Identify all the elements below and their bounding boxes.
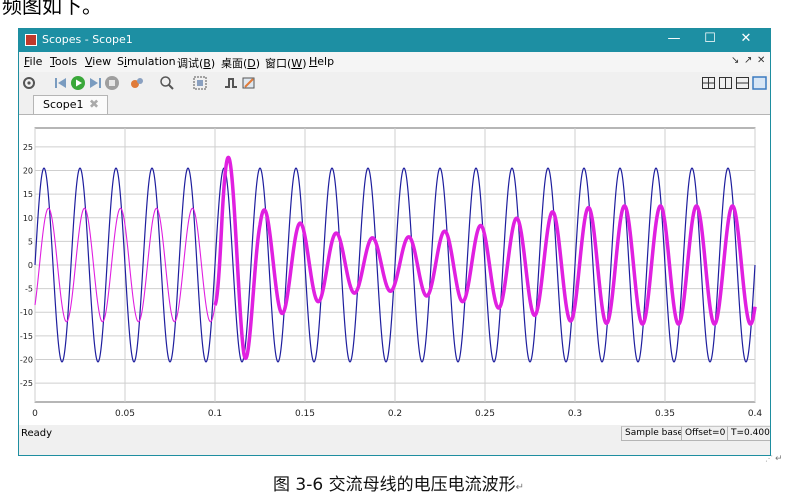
window-title: Scopes - Scope1 xyxy=(42,33,133,46)
x-tick-label: 0.05 xyxy=(115,409,135,419)
y-tick-label: 20 xyxy=(23,167,33,176)
menu-bar: File Tools View Simulation 调试(B) 桌面(D) 窗… xyxy=(19,52,770,72)
status-offset: Offset=0 xyxy=(681,426,730,441)
x-tick-label: 0.15 xyxy=(295,409,315,419)
menu-simulation[interactable]: Simulation xyxy=(117,55,176,68)
x-tick-label: 0.1 xyxy=(208,409,222,419)
y-tick-label: -20 xyxy=(20,355,33,364)
title-bar: Scopes - Scope1 — ☐ ✕ xyxy=(19,29,770,52)
layout-rows-icon[interactable] xyxy=(735,75,751,91)
menu-desktop[interactable]: 桌面(D) xyxy=(221,55,260,71)
x-tick-label: 0.25 xyxy=(475,409,495,419)
triggers-icon[interactable] xyxy=(223,75,239,91)
toolbar xyxy=(19,72,770,94)
resize-grip-icon[interactable]: ⋰ xyxy=(765,454,773,463)
tab-close-icon[interactable]: ✖ xyxy=(89,97,99,111)
minimize-button[interactable]: — xyxy=(659,31,689,46)
undock-icon[interactable]: ↘ xyxy=(731,55,739,66)
menu-file[interactable]: File xyxy=(24,55,42,68)
y-tick-label: 25 xyxy=(23,143,33,152)
close-figure-icon[interactable]: ✕ xyxy=(757,55,765,66)
menu-debug[interactable]: 调试(B) xyxy=(177,55,215,71)
tab-scope1[interactable]: Scope1 ✖ xyxy=(33,95,108,114)
menu-help[interactable]: Help xyxy=(309,55,334,68)
layout-single-icon[interactable] xyxy=(752,75,768,91)
stop-icon[interactable] xyxy=(104,75,120,91)
x-tick-label: 0.35 xyxy=(655,409,675,419)
plot-pane: 0 0.05 0.1 0.15 0.2 0.25 0.3 0.35 0.4 25 20 15 10 5 0 -… xyxy=(19,115,770,425)
x-tick-label: 0.2 xyxy=(388,409,402,419)
y-tick-label: -10 xyxy=(20,308,33,317)
status-bar: Ready Sample based Offset=0 T=0.400 xyxy=(19,425,770,455)
status-ready: Ready xyxy=(21,428,53,439)
fit-axes-icon[interactable] xyxy=(192,75,208,91)
y-tick-label: 15 xyxy=(23,190,33,199)
figure-caption: 图 3-6 交流母线的电压电流波形↵ xyxy=(0,470,797,495)
step-back-icon[interactable] xyxy=(53,75,69,91)
settings-icon[interactable] xyxy=(22,75,38,91)
document-tab-strip: Scope1 ✖ xyxy=(19,94,770,115)
tab-label: Scope1 xyxy=(43,98,84,111)
paragraph-mark-icon: ↵ xyxy=(515,482,524,493)
y-tick-label: 0 xyxy=(28,261,33,270)
y-tick-label: -25 xyxy=(20,379,33,388)
menu-view[interactable]: View xyxy=(85,55,111,68)
caption-text: 图 3-6 交流母线的电压电流波形 xyxy=(273,475,516,495)
x-tick-label: 0.3 xyxy=(568,409,582,419)
dock-icon[interactable]: ↗ xyxy=(744,55,752,66)
x-tick-label: 0.4 xyxy=(748,409,763,419)
x-tick-label: 0 xyxy=(32,409,38,419)
scope-chart[interactable]: 0 0.05 0.1 0.15 0.2 0.25 0.3 0.35 0.4 25 20 15 10 5 0 -… xyxy=(19,115,770,425)
matlab-app-icon xyxy=(25,34,37,46)
scope-window: Scopes - Scope1 — ☐ ✕ File Tools View Si… xyxy=(18,28,771,456)
y-tick-label: -5 xyxy=(25,285,33,294)
document-fragment-top: 频图如下。 xyxy=(2,0,102,18)
menu-window[interactable]: 窗口(W) xyxy=(265,55,306,71)
maximize-button[interactable]: ☐ xyxy=(695,31,725,46)
cursor-measure-icon[interactable] xyxy=(241,75,257,91)
zoom-icon[interactable] xyxy=(159,75,175,91)
y-tick-label: 5 xyxy=(28,237,33,246)
status-time: T=0.400 xyxy=(727,426,770,441)
step-forward-icon[interactable] xyxy=(87,75,103,91)
layout-grid-icon[interactable] xyxy=(701,75,717,91)
close-button[interactable]: ✕ xyxy=(731,31,761,46)
menu-tools[interactable]: Tools xyxy=(50,55,77,68)
run-icon[interactable] xyxy=(70,75,86,91)
highlight-icon[interactable] xyxy=(129,75,145,91)
paragraph-mark-icon: ↵ xyxy=(775,454,783,464)
y-tick-label: 10 xyxy=(23,214,33,223)
layout-columns-icon[interactable] xyxy=(718,75,734,91)
y-tick-label: -15 xyxy=(20,332,33,341)
